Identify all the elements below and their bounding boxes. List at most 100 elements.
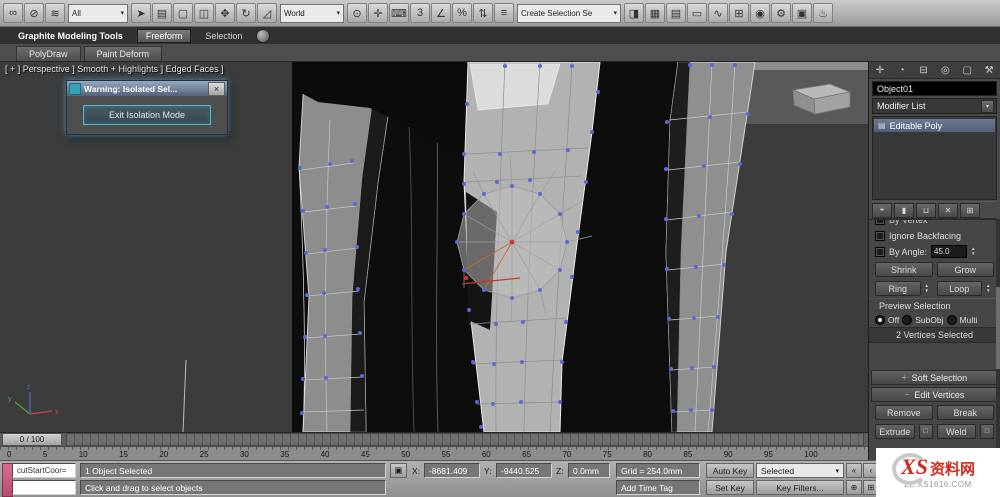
time-slider-track[interactable] xyxy=(66,433,864,446)
angle-value-field[interactable]: 45.0 xyxy=(931,245,968,258)
tab-freeform[interactable]: Freeform xyxy=(136,28,192,43)
reference-coordinate-dropdown[interactable]: World ▾ xyxy=(280,3,344,23)
mirror-icon[interactable]: ◨ xyxy=(624,3,644,23)
maxscript-mini-listener-line2[interactable] xyxy=(12,480,76,495)
render-setup-icon[interactable]: ⚙ xyxy=(771,3,791,23)
select-and-scale-icon[interactable]: ◿ xyxy=(257,3,277,23)
use-pivot-point-center-icon[interactable]: ⊙ xyxy=(347,3,367,23)
align-icon[interactable]: ▦ xyxy=(645,3,665,23)
tab-selection[interactable]: Selection xyxy=(197,30,250,42)
add-time-tag-field[interactable]: Add Time Tag xyxy=(616,480,700,495)
shrink-button[interactable]: Shrink xyxy=(875,262,933,277)
modifier-stack[interactable]: ▤ Editable Poly xyxy=(872,116,997,200)
panel-scrollbar[interactable] xyxy=(996,220,1000,460)
modifier-list-dropdown[interactable]: Modifier List ▾ xyxy=(872,98,997,114)
percent-snap-icon[interactable]: % xyxy=(452,3,472,23)
select-and-move-icon[interactable]: ✥ xyxy=(215,3,235,23)
create-panel-icon[interactable]: ✛ xyxy=(872,63,888,77)
key-filters-button[interactable]: Key Filters... xyxy=(756,480,844,495)
extrude-button[interactable]: Extrude xyxy=(875,424,915,439)
close-icon[interactable]: × xyxy=(208,81,225,96)
keyboard-shortcut-override-icon[interactable]: ⌨ xyxy=(389,3,409,23)
y-coordinate-field[interactable]: -9440.525 xyxy=(496,463,552,478)
remove-button[interactable]: Remove xyxy=(875,405,933,420)
z-coordinate-field[interactable]: 0.0mm xyxy=(568,463,610,478)
key-mode-dropdown[interactable]: Selected ▾ xyxy=(756,463,844,478)
schematic-view-icon[interactable]: ⊞ xyxy=(729,3,749,23)
maxscript-mini-listener[interactable]: cutStartCoor= xyxy=(12,463,76,478)
graphite-ribbon-toggle-icon[interactable]: ▭ xyxy=(687,3,707,23)
perspective-viewport[interactable]: x y z [ + ] Perspective ] Smooth + Highl… xyxy=(0,61,868,433)
configure-modifier-sets-icon[interactable]: ⊞ xyxy=(960,202,980,218)
zoom-icon[interactable]: ⊕ xyxy=(846,480,862,495)
utilities-panel-icon[interactable]: ⚒ xyxy=(981,63,997,77)
angle-snap-icon[interactable]: ∠ xyxy=(431,3,451,23)
go-to-start-icon[interactable]: « xyxy=(846,463,862,478)
stack-item-editable-poly[interactable]: ▤ Editable Poly xyxy=(874,119,995,132)
grow-button[interactable]: Grow xyxy=(936,262,994,277)
curve-editor-icon[interactable]: ∿ xyxy=(708,3,728,23)
weld-settings-icon[interactable]: □ xyxy=(980,424,994,439)
svg-text:x: x xyxy=(55,409,59,416)
select-and-rotate-icon[interactable]: ↻ xyxy=(236,3,256,23)
select-and-link-icon[interactable]: ∞ xyxy=(3,3,23,23)
set-key-button[interactable]: Set Key xyxy=(706,480,754,495)
x-coordinate-label: X: xyxy=(412,466,421,476)
snap-toggle-icon[interactable]: 3 xyxy=(410,3,430,23)
modify-panel-icon[interactable]: ◔ xyxy=(894,63,910,77)
preview-multi-radio[interactable] xyxy=(946,315,957,325)
select-by-name-icon[interactable]: ▤ xyxy=(152,3,172,23)
x-coordinate-field[interactable]: -8681.409 xyxy=(424,463,480,478)
edit-vertices-rollout-header[interactable]: − Edit Vertices xyxy=(871,387,998,402)
by-vertex-checkbox[interactable] xyxy=(875,220,885,225)
hierarchy-panel-icon[interactable]: ⊟ xyxy=(916,63,932,77)
time-slider-handle[interactable]: 0 / 100 xyxy=(2,433,62,446)
preview-off-radio[interactable] xyxy=(875,315,885,325)
auto-key-button[interactable]: Auto Key xyxy=(706,463,754,478)
subtab-polydraw[interactable]: PolyDraw xyxy=(16,46,81,61)
rectangular-selection-region-icon[interactable]: ▢ xyxy=(173,3,193,23)
show-end-result-icon[interactable]: ▮ xyxy=(894,202,914,218)
loop-spinner[interactable]: ▲ ▼ xyxy=(986,283,994,293)
object-name-field[interactable]: Object01 xyxy=(872,81,997,96)
loop-button[interactable]: Loop xyxy=(936,281,982,296)
remove-break-row: Remove Break xyxy=(869,403,1000,422)
remove-modifier-icon[interactable]: ✕ xyxy=(938,202,958,218)
ring-button[interactable]: Ring xyxy=(875,281,921,296)
dialog-title-bar[interactable]: Warning: Isolated Sel... × xyxy=(67,81,227,96)
ribbon-minimize-icon[interactable] xyxy=(256,28,271,43)
extrude-settings-icon[interactable]: □ xyxy=(918,424,933,439)
selection-filter-dropdown[interactable]: All ▾ xyxy=(68,3,128,23)
preview-subobj-radio[interactable] xyxy=(902,315,913,325)
select-and-manipulate-icon[interactable]: ✛ xyxy=(368,3,388,23)
display-panel-icon[interactable]: ▢ xyxy=(959,63,975,77)
ignore-backfacing-checkbox[interactable] xyxy=(875,231,885,241)
angle-spinner[interactable]: ▲ ▼ xyxy=(971,246,979,256)
subtab-paint-deform[interactable]: Paint Deform xyxy=(83,46,163,61)
selection-lock-icon[interactable]: ▣ xyxy=(390,463,407,478)
tab-graphite-modeling-tools[interactable]: Graphite Modeling Tools xyxy=(10,30,131,42)
weld-button[interactable]: Weld xyxy=(936,424,976,439)
break-button[interactable]: Break xyxy=(936,405,994,420)
render-production-icon[interactable]: ♨ xyxy=(813,3,833,23)
named-selection-set-combo[interactable]: Create Selection Se ▾ xyxy=(517,3,621,23)
unlink-selection-icon[interactable]: ⊘ xyxy=(24,3,44,23)
select-object-icon[interactable]: ➤ xyxy=(131,3,151,23)
soft-selection-rollout-header[interactable]: + Soft Selection xyxy=(871,370,998,385)
spinner-snap-icon[interactable]: ⇅ xyxy=(473,3,493,23)
rendered-frame-icon[interactable]: ▣ xyxy=(792,3,812,23)
window-crossing-icon[interactable]: ◫ xyxy=(194,3,214,23)
named-selection-sets-icon[interactable]: ≡ xyxy=(494,3,514,23)
viewport-label[interactable]: [ + ] Perspective ] Smooth + Highlights … xyxy=(5,64,224,74)
bind-to-space-warp-icon[interactable]: ≋ xyxy=(45,3,65,23)
track-bar[interactable]: 0 5 10 15 20 25 30 35 40 45 50 55 60 65 70 75 80 85 90 95 10… xyxy=(0,446,868,460)
exit-isolation-mode-button[interactable]: Exit Isolation Mode xyxy=(83,105,211,125)
by-angle-checkbox[interactable] xyxy=(875,246,885,257)
layer-manager-icon[interactable]: ▤ xyxy=(666,3,686,23)
material-editor-icon[interactable]: ◉ xyxy=(750,3,770,23)
pin-stack-icon[interactable]: ⌖ xyxy=(872,202,892,218)
dropdown-arrow-icon: ▾ xyxy=(835,467,839,475)
ring-spinner[interactable]: ▲ ▼ xyxy=(925,283,933,293)
make-unique-icon[interactable]: ⊔ xyxy=(916,202,936,218)
motion-panel-icon[interactable]: ◎ xyxy=(937,63,953,77)
